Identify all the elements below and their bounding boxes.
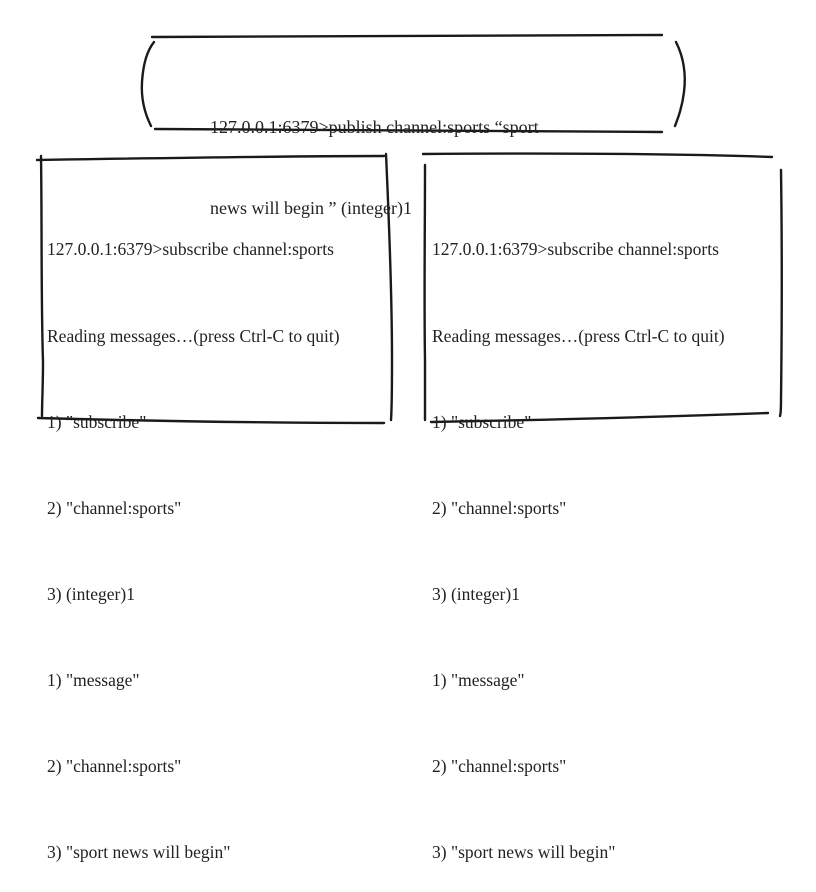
- subscriber-line: 127.0.0.1:6379>subscribe channel:sports: [432, 235, 725, 264]
- publisher-box-left-bracket: [142, 42, 154, 126]
- subscriber-right-right-edge: [780, 170, 782, 416]
- publisher-line: 127.0.0.1:6379>publish channel:sports “s…: [210, 114, 539, 141]
- subscriber-line: 2) "channel:sports": [47, 494, 340, 523]
- publisher-box-top-edge: [152, 35, 662, 37]
- subscriber-line: 1) "subscribe": [47, 408, 340, 437]
- subscriber-line: 1) "subscribe": [432, 408, 725, 437]
- subscriber-line: 127.0.0.1:6379>subscribe channel:sports: [47, 235, 340, 264]
- subscriber-line: 3) "sport news will begin": [47, 838, 340, 867]
- subscriber-line: Reading messages…(press Ctrl-C to quit): [47, 322, 340, 351]
- subscriber-line: 2) "channel:sports": [432, 494, 725, 523]
- subscriber-line: 1) "message": [432, 666, 725, 695]
- subscriber-line: 2) "channel:sports": [432, 752, 725, 781]
- subscriber-right-output: 127.0.0.1:6379>subscribe channel:sports …: [432, 178, 725, 892]
- subscriber-line: 3) (integer)1: [47, 580, 340, 609]
- subscriber-line: 1) "message": [47, 666, 340, 695]
- subscriber-line: 3) "sport news will begin": [432, 838, 725, 867]
- subscriber-line: 2) "channel:sports": [47, 752, 340, 781]
- publisher-box-right-bracket: [675, 42, 685, 126]
- subscriber-line: 3) (integer)1: [432, 580, 725, 609]
- subscriber-line: Reading messages…(press Ctrl-C to quit): [432, 322, 725, 351]
- subscriber-left-left-edge: [41, 156, 43, 416]
- subscriber-left-output: 127.0.0.1:6379>subscribe channel:sports …: [47, 178, 340, 892]
